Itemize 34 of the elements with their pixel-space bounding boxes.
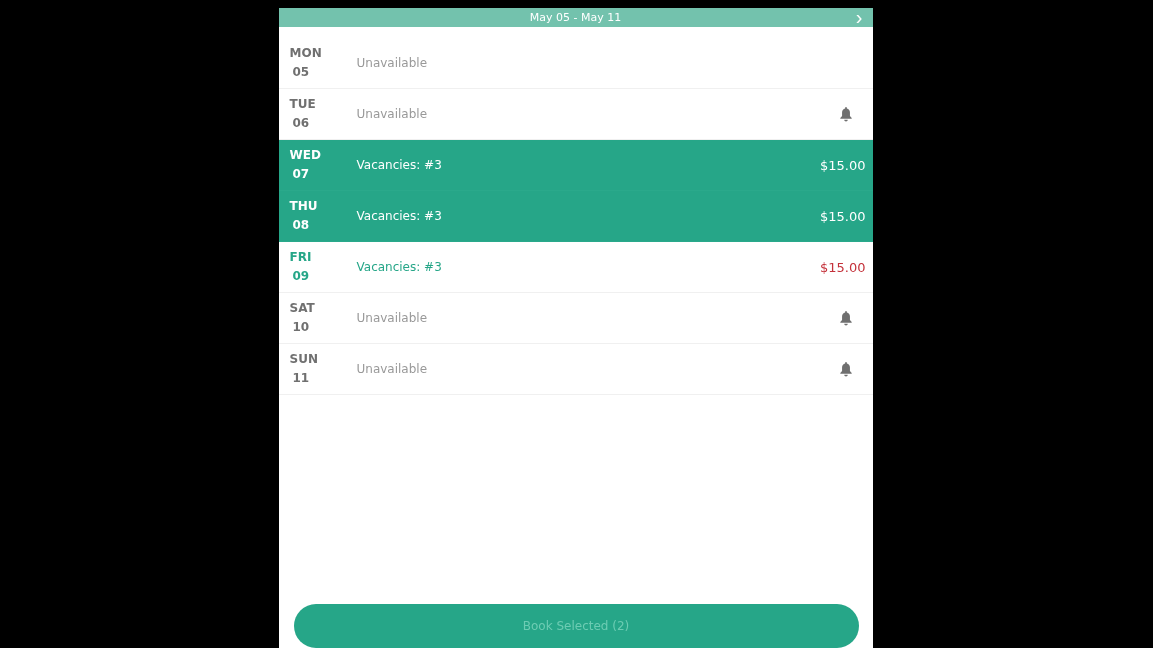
day-row[interactable]: THU 08 Vacancies: #3 $15.00: [278, 191, 873, 242]
weekday-label: FRI: [289, 249, 312, 266]
availability-text: Vacancies: #3: [356, 260, 443, 274]
date-label: 06: [291, 115, 310, 132]
price-label: $15.00: [820, 157, 866, 173]
weekday-label: THU: [289, 198, 318, 215]
date-label: 09: [291, 268, 310, 285]
date-label: 05: [291, 64, 310, 81]
date-label: 10: [291, 319, 310, 336]
bell-icon[interactable]: [838, 106, 853, 122]
weekday-label: SAT: [289, 300, 315, 317]
availability-text: Unavailable: [356, 56, 429, 70]
price-label: $15.00: [820, 208, 866, 224]
availability-text: Vacancies: #3: [356, 158, 443, 172]
day-row[interactable]: FRI 09 Vacancies: #3 $15.00: [278, 242, 873, 293]
date-label: 07: [291, 166, 310, 183]
date-label: 11: [291, 370, 310, 387]
weekday-label: WED: [289, 147, 321, 164]
bell-icon[interactable]: [838, 361, 853, 377]
week-range: May 05 - May 11: [529, 11, 622, 24]
weekday-label: MON: [289, 45, 322, 62]
availability-text: Unavailable: [356, 311, 429, 325]
day-row[interactable]: MON 05 Unavailable: [278, 38, 873, 89]
day-row[interactable]: WED 07 Vacancies: #3 $15.00: [278, 140, 873, 191]
weekday-label: SUN: [289, 351, 318, 368]
day-row[interactable]: SAT 10 Unavailable: [278, 293, 873, 344]
availability-text: Unavailable: [356, 362, 429, 376]
date-label: 08: [291, 217, 310, 234]
bell-icon[interactable]: [838, 310, 853, 326]
day-row[interactable]: SUN 11 Unavailable: [278, 344, 873, 395]
price-label: $15.00: [820, 259, 866, 275]
weekday-label: TUE: [289, 96, 316, 113]
availability-text: Vacancies: #3: [356, 209, 443, 223]
availability-text: Unavailable: [356, 107, 429, 121]
